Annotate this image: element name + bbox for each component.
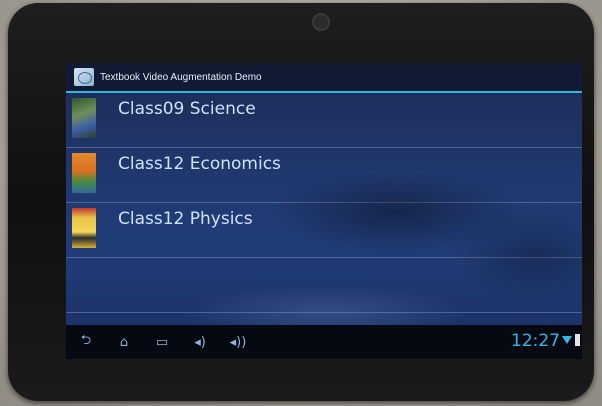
list-item-label: Class09 Science	[118, 99, 256, 119]
recent-apps-icon[interactable]: ▭	[148, 335, 176, 350]
list-item-class12-economics[interactable]: Class12 Economics	[66, 148, 582, 203]
volume-down-icon[interactable]: ◂)	[186, 335, 214, 350]
list-item-label: Class12 Physics	[118, 209, 253, 229]
list-item-class12-physics[interactable]: Class12 Physics	[66, 203, 582, 258]
science-book-cover-icon	[72, 98, 96, 138]
system-nav-bar: ⮌ ⌂ ▭ ◂) ◂)) 12:27	[66, 325, 582, 359]
status-clock: 12:27	[511, 331, 560, 351]
front-camera	[312, 13, 330, 31]
app-launcher-icon	[74, 68, 94, 86]
economics-book-cover-icon	[72, 153, 96, 193]
textbook-list: Class09 Science Class12 Economics Class1…	[66, 93, 582, 313]
app-title: Textbook Video Augmentation Demo	[100, 71, 262, 83]
battery-icon	[575, 334, 580, 346]
list-item-class09-science[interactable]: Class09 Science	[66, 93, 582, 148]
tablet-screen: Textbook Video Augmentation Demo Class09…	[66, 63, 582, 359]
back-icon[interactable]: ⮌	[72, 331, 100, 353]
app-title-bar: Textbook Video Augmentation Demo	[66, 63, 582, 93]
list-item-label: Class12 Economics	[118, 154, 281, 174]
wifi-icon	[562, 336, 572, 344]
home-icon[interactable]: ⌂	[110, 335, 138, 350]
tablet-device: Textbook Video Augmentation Demo Class09…	[8, 3, 594, 401]
list-empty-row	[66, 258, 582, 313]
physics-book-cover-icon	[72, 208, 96, 248]
volume-up-icon[interactable]: ◂))	[224, 335, 252, 350]
